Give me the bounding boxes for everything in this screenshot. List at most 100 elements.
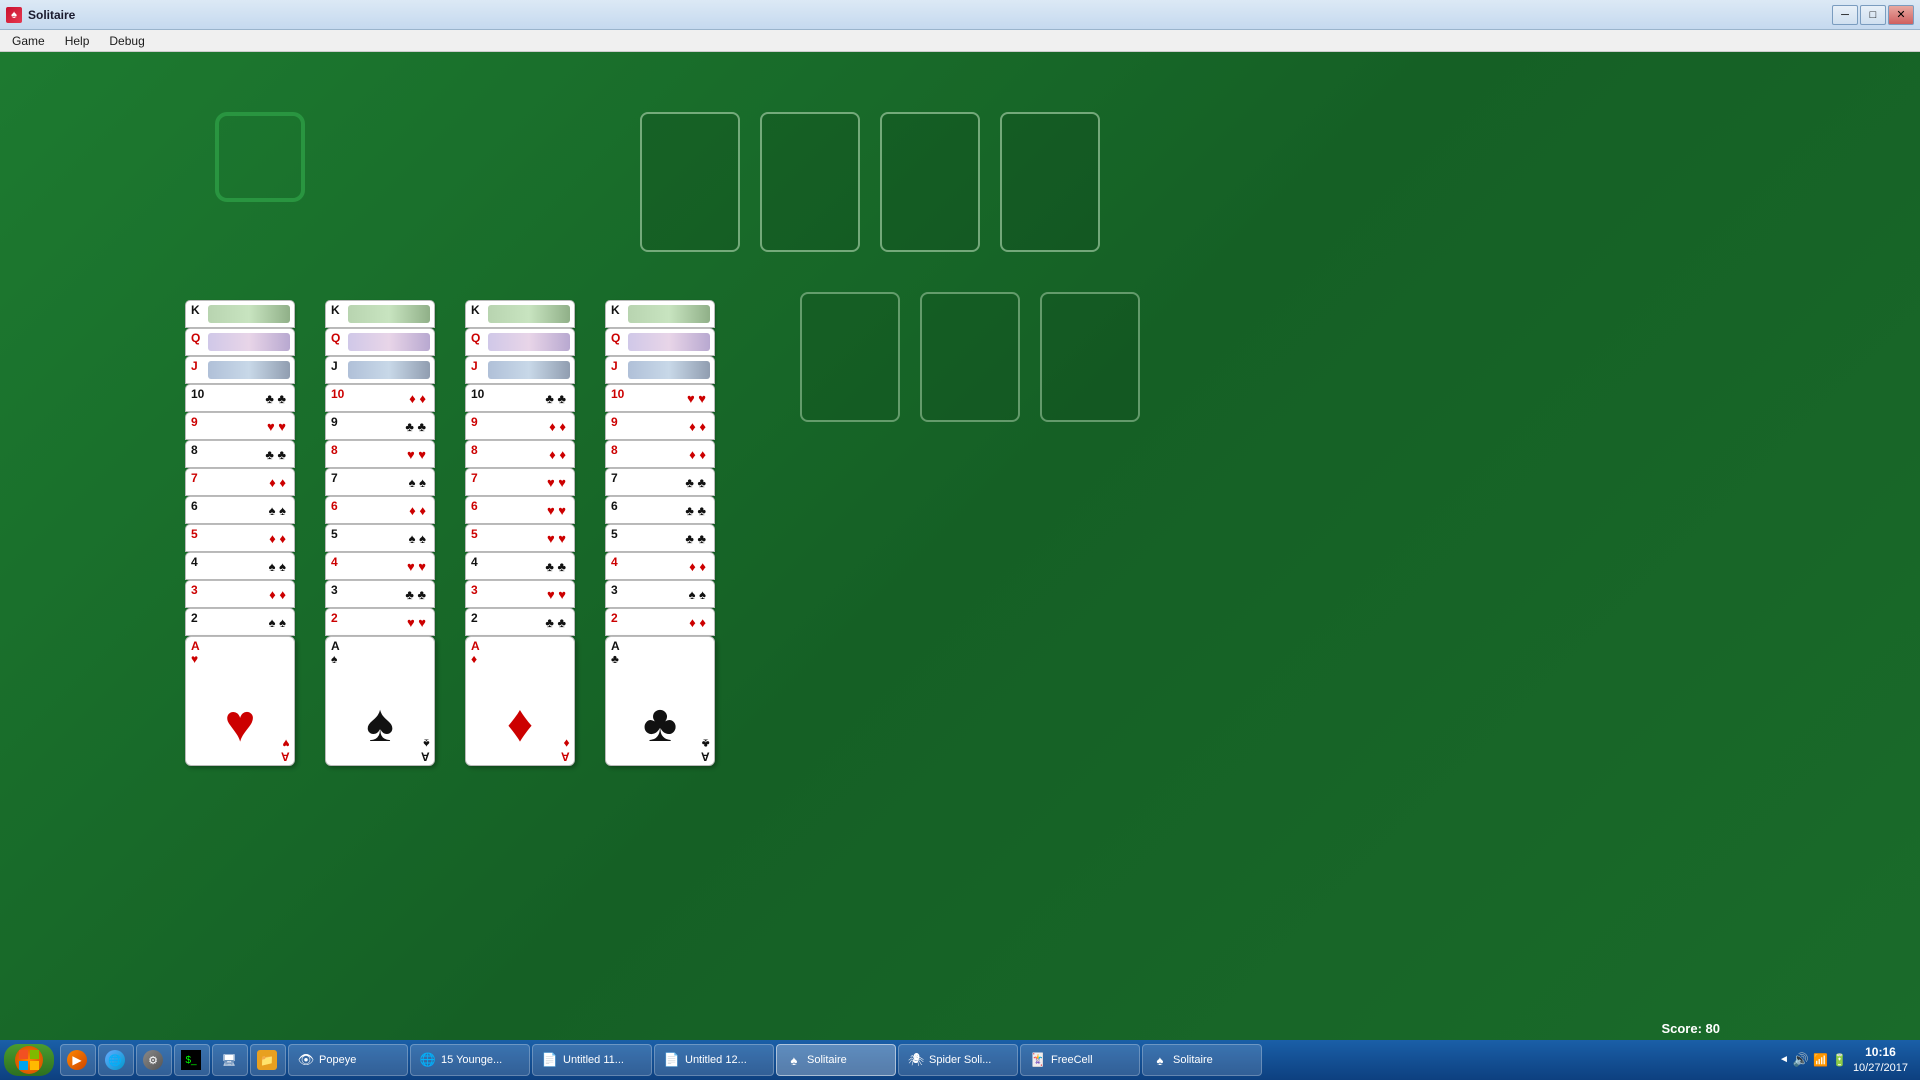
card-8♥[interactable]: 8♥ ♥: [325, 440, 435, 468]
clock-date: 10/27/2017: [1853, 1061, 1908, 1075]
taskbar-app-spider[interactable]: 🕷 Spider Soli...: [898, 1044, 1018, 1076]
card-5♦[interactable]: 5♦ ♦: [185, 524, 295, 552]
card-A♣[interactable]: A ♣♣A ♣: [605, 636, 715, 766]
menu-game[interactable]: Game: [4, 32, 53, 50]
card-8♦[interactable]: 8♦ ♦: [465, 440, 575, 468]
card-10♦[interactable]: 10♦ ♦: [325, 384, 435, 412]
card-J[interactable]: J: [605, 356, 715, 384]
minimize-button[interactable]: ─: [1832, 5, 1858, 25]
card-K[interactable]: K: [185, 300, 295, 328]
app-icon: ♠: [6, 7, 22, 23]
card-7♦[interactable]: 7♦ ♦: [185, 468, 295, 496]
card-6♣[interactable]: 6♣ ♣: [605, 496, 715, 524]
start-button[interactable]: [4, 1044, 54, 1076]
card-7♥[interactable]: 7♥ ♥: [465, 468, 575, 496]
taskbar: ▶ 🌐 ⚙ $_ 🖥 📁 👁 Popeye 🌐 15 Younge... 📄 U…: [0, 1040, 1920, 1080]
tray-arrow[interactable]: ◄: [1779, 1054, 1789, 1065]
card-9♦[interactable]: 9♦ ♦: [465, 412, 575, 440]
taskbar-settings[interactable]: ⚙: [136, 1044, 172, 1076]
foundation-slot-1[interactable]: [640, 112, 740, 252]
card-J[interactable]: J: [465, 356, 575, 384]
card-2♣[interactable]: 2♣ ♣: [465, 608, 575, 636]
card-10♣[interactable]: 10♣ ♣: [465, 384, 575, 412]
system-tray: ◄ 🔊 📶 🔋: [1779, 1052, 1847, 1068]
stock-pile[interactable]: [215, 112, 305, 202]
foundation-slot-2[interactable]: [760, 112, 860, 252]
card-2♦[interactable]: 2♦ ♦: [605, 608, 715, 636]
taskbar-app-untitled12[interactable]: 📄 Untitled 12...: [654, 1044, 774, 1076]
taskbar-app-ie[interactable]: 🌐 15 Younge...: [410, 1044, 530, 1076]
card-K[interactable]: K: [465, 300, 575, 328]
card-5♠[interactable]: 5♠ ♠: [325, 524, 435, 552]
card-4♦[interactable]: 4♦ ♦: [605, 552, 715, 580]
card-9♣[interactable]: 9♣ ♣: [325, 412, 435, 440]
tray-network[interactable]: 📶: [1813, 1053, 1828, 1067]
card-A♦[interactable]: A ♦♦A ♦: [465, 636, 575, 766]
card-4♣[interactable]: 4♣ ♣: [465, 552, 575, 580]
card-8♦[interactable]: 8♦ ♦: [605, 440, 715, 468]
card-7♣[interactable]: 7♣ ♣: [605, 468, 715, 496]
card-Q[interactable]: Q: [605, 328, 715, 356]
clock-time: 10:16: [1853, 1045, 1908, 1061]
taskbar-media-player[interactable]: ▶: [60, 1044, 96, 1076]
card-K[interactable]: K: [325, 300, 435, 328]
card-6♦[interactable]: 6♦ ♦: [325, 496, 435, 524]
score-display: Score: 80: [1661, 1021, 1720, 1036]
ie-icon: 🌐: [419, 1051, 437, 1069]
menu-debug[interactable]: Debug: [101, 32, 152, 50]
taskbar-app-solitaire[interactable]: ♠ Solitaire: [776, 1044, 896, 1076]
card-3♥[interactable]: 3♥ ♥: [465, 580, 575, 608]
popeye-icon: 👁: [297, 1051, 315, 1069]
card-Q[interactable]: Q: [325, 328, 435, 356]
card-A♥[interactable]: A ♥♥A ♥: [185, 636, 295, 766]
clock[interactable]: 10:16 10/27/2017: [1853, 1045, 1908, 1075]
spider-icon: 🕷: [907, 1051, 925, 1069]
card-3♠[interactable]: 3♠ ♠: [605, 580, 715, 608]
foundation-area: [640, 112, 1100, 252]
card-9♥[interactable]: 9♥ ♥: [185, 412, 295, 440]
menu-help[interactable]: Help: [57, 32, 98, 50]
taskbar-app-freecell[interactable]: 🃏 FreeCell: [1020, 1044, 1140, 1076]
card-4♠[interactable]: 4♠ ♠: [185, 552, 295, 580]
taskbar-app-untitled11[interactable]: 📄 Untitled 11...: [532, 1044, 652, 1076]
close-button[interactable]: ✕: [1888, 5, 1914, 25]
taskbar-app-popeye[interactable]: 👁 Popeye: [288, 1044, 408, 1076]
foundation-slot-3[interactable]: [880, 112, 980, 252]
card-2♥[interactable]: 2♥ ♥: [325, 608, 435, 636]
card-A♠[interactable]: A ♠♠A ♠: [325, 636, 435, 766]
card-Q[interactable]: Q: [465, 328, 575, 356]
card-10♣[interactable]: 10♣ ♣: [185, 384, 295, 412]
card-Q[interactable]: Q: [185, 328, 295, 356]
maximize-button[interactable]: □: [1860, 5, 1886, 25]
column-4: KQJ10♥ ♥9♦ ♦8♦ ♦7♣ ♣6♣ ♣5♣ ♣4♦ ♦3♠ ♠2♦ ♦…: [605, 300, 715, 766]
solitaire2-icon: ♠: [1151, 1051, 1169, 1069]
taskbar-folder[interactable]: 📁: [250, 1044, 286, 1076]
secondary-slot-3[interactable]: [1040, 292, 1140, 422]
secondary-slot-2[interactable]: [920, 292, 1020, 422]
taskbar-network[interactable]: 🌐: [98, 1044, 134, 1076]
secondary-slot-1[interactable]: [800, 292, 900, 422]
card-2♠[interactable]: 2♠ ♠: [185, 608, 295, 636]
card-6♥[interactable]: 6♥ ♥: [465, 496, 575, 524]
card-9♦[interactable]: 9♦ ♦: [605, 412, 715, 440]
card-8♣[interactable]: 8♣ ♣: [185, 440, 295, 468]
taskbar-app-solitaire2[interactable]: ♠ Solitaire: [1142, 1044, 1262, 1076]
card-J[interactable]: J: [325, 356, 435, 384]
card-K[interactable]: K: [605, 300, 715, 328]
solitaire-icon: ♠: [785, 1051, 803, 1069]
tray-battery[interactable]: 🔋: [1832, 1053, 1847, 1067]
taskbar-terminal[interactable]: $_: [174, 1044, 210, 1076]
title-bar: ♠ Solitaire ─ □ ✕: [0, 0, 1920, 30]
tray-audio[interactable]: 🔊: [1793, 1052, 1809, 1068]
card-4♥[interactable]: 4♥ ♥: [325, 552, 435, 580]
card-5♥[interactable]: 5♥ ♥: [465, 524, 575, 552]
card-7♠[interactable]: 7♠ ♠: [325, 468, 435, 496]
foundation-slot-4[interactable]: [1000, 112, 1100, 252]
card-10♥[interactable]: 10♥ ♥: [605, 384, 715, 412]
card-J[interactable]: J: [185, 356, 295, 384]
card-3♣[interactable]: 3♣ ♣: [325, 580, 435, 608]
card-3♦[interactable]: 3♦ ♦: [185, 580, 295, 608]
card-6♠[interactable]: 6♠ ♠: [185, 496, 295, 524]
card-5♣[interactable]: 5♣ ♣: [605, 524, 715, 552]
taskbar-computer[interactable]: 🖥: [212, 1044, 248, 1076]
